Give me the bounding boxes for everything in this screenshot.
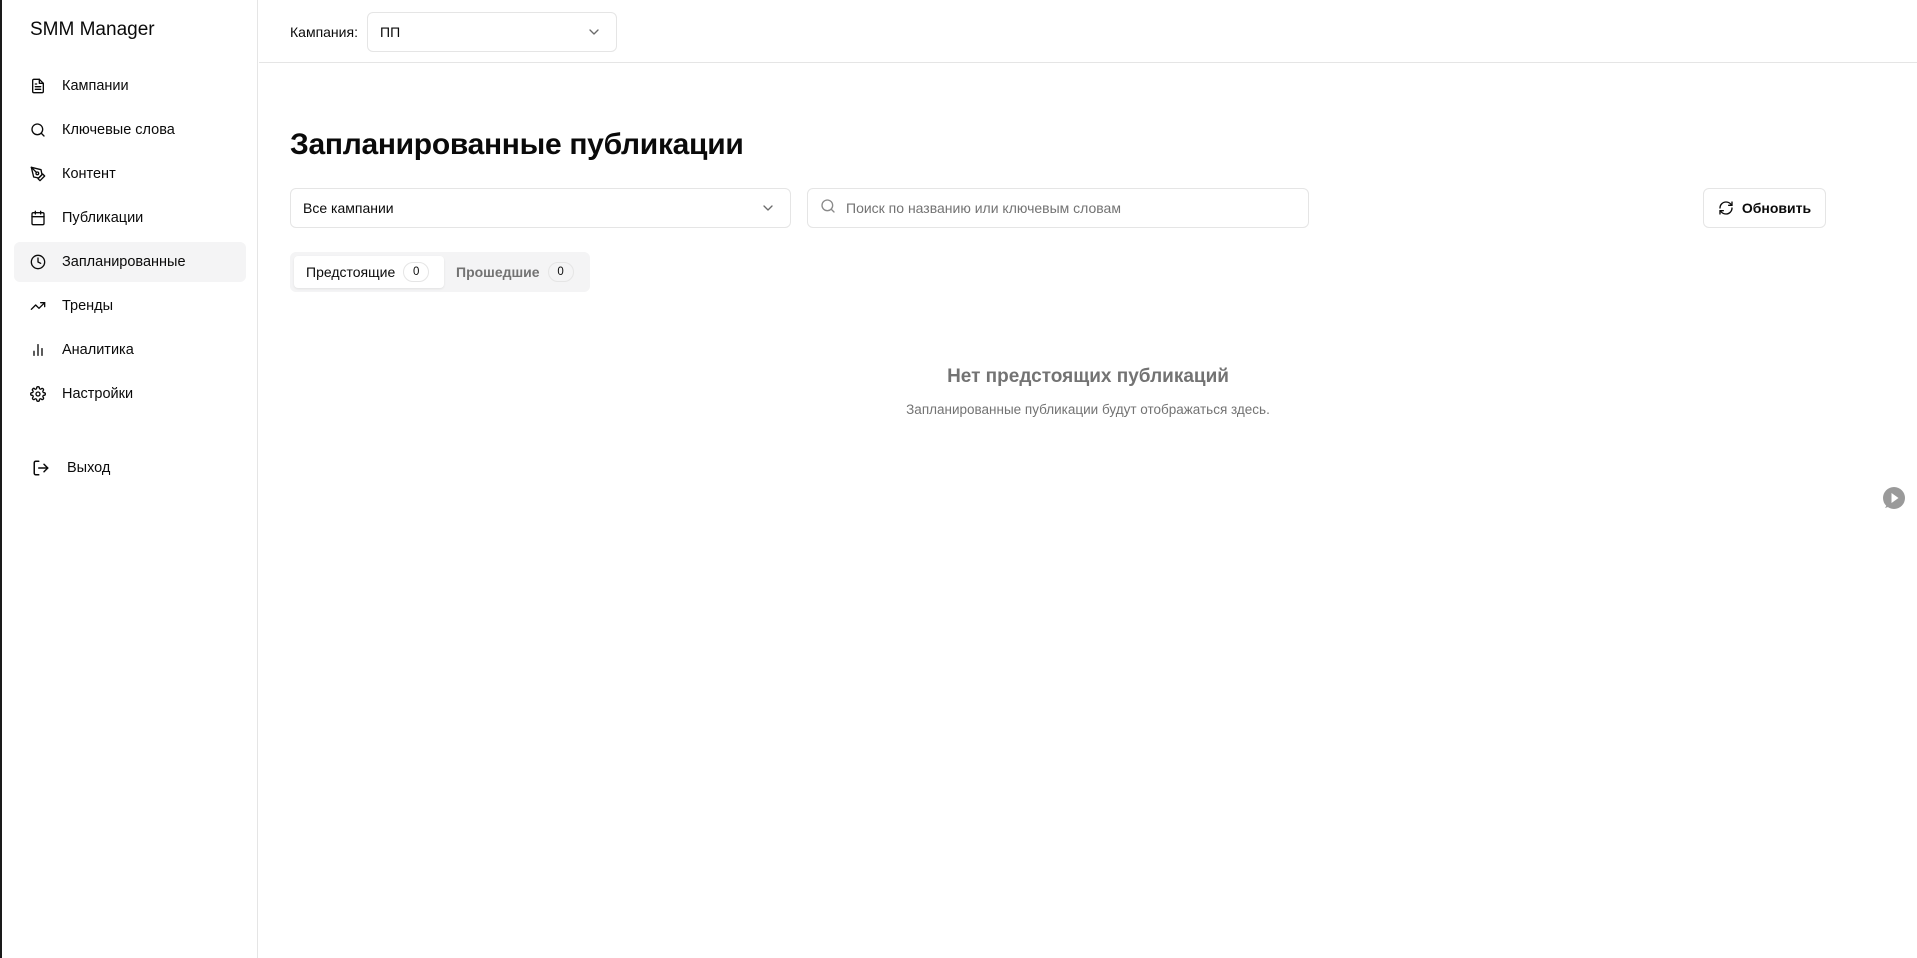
topbar: Кампания: ПП bbox=[259, 0, 1917, 63]
chevron-down-icon bbox=[586, 24, 602, 40]
pen-tool-icon bbox=[30, 166, 46, 182]
tab-label: Предстоящие bbox=[306, 264, 396, 280]
sidebar-item-campaigns[interactable]: Кампании bbox=[14, 66, 246, 106]
sidebar-item-label: Контент bbox=[62, 166, 116, 182]
count-badge: 0 bbox=[403, 262, 430, 282]
tabs: Предстоящие 0 Прошедшие 0 bbox=[290, 252, 590, 292]
sidebar-item-label: Аналитика bbox=[62, 342, 134, 358]
count-badge: 0 bbox=[547, 262, 574, 282]
sidebar-item-label: Настройки bbox=[62, 386, 134, 402]
campaign-select-value: ПП bbox=[380, 24, 401, 40]
sidebar-item-publications[interactable]: Публикации bbox=[14, 198, 246, 238]
sidebar-item-label: Ключевые слова bbox=[62, 122, 175, 138]
clock-icon bbox=[30, 254, 46, 270]
tab-upcoming[interactable]: Предстоящие 0 bbox=[294, 256, 444, 288]
sidebar-item-label: Публикации bbox=[62, 210, 144, 226]
sidebar-item-label: Кампании bbox=[62, 78, 129, 94]
sidebar-item-label: Запланированные bbox=[62, 254, 186, 270]
sidebar-item-scheduled[interactable]: Запланированные bbox=[14, 242, 246, 282]
campaign-filter-select[interactable]: Все кампании bbox=[290, 188, 791, 228]
empty-state-title: Нет предстоящих публикаций bbox=[947, 366, 1229, 387]
refresh-label: Обновить bbox=[1741, 200, 1812, 216]
sidebar-item-keywords[interactable]: Ключевые слова bbox=[14, 110, 246, 150]
file-text-icon bbox=[30, 78, 46, 94]
page-title: Запланированные публикации bbox=[290, 128, 744, 161]
chevron-down-icon bbox=[760, 200, 776, 216]
sidebar-item-label: Тренды bbox=[62, 298, 114, 314]
sidebar-nav: Кампании Ключевые слова Контент Публикац… bbox=[14, 66, 246, 418]
play-bubble-icon[interactable] bbox=[1881, 486, 1907, 512]
sidebar-item-trends[interactable]: Тренды bbox=[14, 286, 246, 326]
campaign-select[interactable]: ПП bbox=[367, 12, 617, 52]
search-icon bbox=[820, 198, 836, 219]
refresh-button[interactable]: Обновить bbox=[1703, 188, 1826, 228]
campaign-filter-value: Все кампании bbox=[303, 200, 394, 216]
search-icon bbox=[30, 122, 46, 138]
app-brand: SMM Manager bbox=[30, 19, 155, 40]
tab-past[interactable]: Прошедшие 0 bbox=[444, 256, 580, 288]
search-input[interactable] bbox=[846, 200, 1286, 216]
settings-icon bbox=[30, 386, 46, 402]
empty-state-subtitle: Запланированные публикации будут отображ… bbox=[906, 402, 1270, 417]
logout-label: Выход bbox=[67, 460, 111, 476]
sidebar: SMM Manager Кампании Ключевые слова Конт… bbox=[2, 0, 258, 958]
log-out-icon bbox=[32, 459, 50, 477]
calendar-icon bbox=[30, 210, 46, 226]
refresh-icon bbox=[1718, 200, 1734, 216]
campaign-label: Кампания: bbox=[290, 24, 358, 40]
tab-label: Прошедшие bbox=[456, 264, 540, 280]
logout-button[interactable]: Выход bbox=[32, 456, 110, 480]
search-field[interactable] bbox=[807, 188, 1309, 228]
trending-up-icon bbox=[30, 298, 46, 314]
sidebar-item-settings[interactable]: Настройки bbox=[14, 374, 246, 414]
bar-chart-icon bbox=[30, 342, 46, 358]
sidebar-item-analytics[interactable]: Аналитика bbox=[14, 330, 246, 370]
sidebar-item-content[interactable]: Контент bbox=[14, 154, 246, 194]
